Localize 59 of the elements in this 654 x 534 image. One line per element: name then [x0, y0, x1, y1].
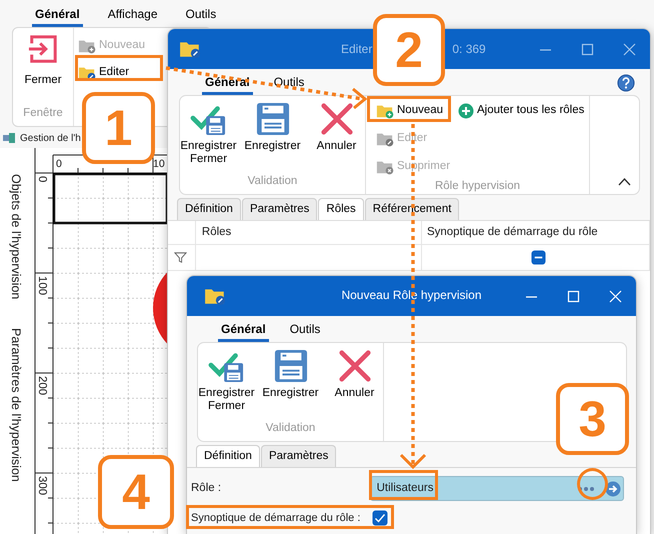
document-tab[interactable]: Rôles: [318, 198, 364, 220]
document-tab[interactable]: Référencement: [364, 198, 460, 220]
ruler-label: 0: [36, 176, 48, 182]
ribbon-tab[interactable]: Outils: [286, 317, 324, 342]
ribbon-item[interactable]: Nouveau: [372, 100, 454, 122]
document-tab[interactable]: Définition: [177, 198, 241, 220]
checkbox[interactable]: [372, 510, 388, 526]
frame-shape[interactable]: [52, 172, 167, 224]
ruler-label: 100: [36, 276, 48, 296]
document-tab[interactable]: Paramètres: [242, 198, 318, 220]
window-title: 0: 369: [452, 41, 486, 58]
save-button[interactable]: Enregistrer: [260, 343, 320, 413]
column-header[interactable]: Synoptique de démarrage du rôle: [422, 221, 650, 244]
ribbon-item[interactable]: Editer: [74, 59, 150, 86]
ribbon-tab[interactable]: Affichage: [104, 2, 161, 27]
cross-icon: [338, 349, 372, 383]
help-icon[interactable]: [617, 74, 635, 92]
step-badge: 3: [556, 383, 629, 455]
arrow-right-icon[interactable]: [605, 480, 621, 497]
ribbon-tab[interactable]: Outils: [182, 2, 220, 27]
document-tab[interactable]: Gestion de l'h: [20, 130, 81, 146]
ruler-label: 0: [56, 158, 62, 170]
close-window-button[interactable]: Fermer: [12, 28, 74, 90]
step-badge: 4: [98, 455, 174, 529]
cross-icon: [320, 102, 354, 136]
document-tab[interactable]: Définition: [196, 445, 260, 468]
ribbon-item[interactable]: Ajouter tous les rôles: [454, 100, 589, 122]
save-close-button[interactable]: Enregistrer Fermer: [178, 96, 238, 166]
column-header[interactable]: Rôles: [196, 221, 422, 244]
ruler-label: 300: [36, 476, 48, 496]
cancel-button[interactable]: Annuler: [324, 343, 384, 413]
close-icon[interactable]: [620, 42, 638, 56]
document-icon: [3, 132, 16, 144]
field-label: Synoptique de démarrage du rôle :: [191, 512, 360, 525]
group-label: Validation: [248, 174, 298, 189]
field-label: Rôle :: [191, 481, 222, 496]
close-icon[interactable]: [606, 288, 624, 304]
document-tab[interactable]: Paramètres: [260, 445, 336, 468]
group-label: Fenêtre: [23, 106, 63, 121]
chevron-up-icon[interactable]: [618, 177, 631, 186]
highlight-circle: [577, 468, 608, 500]
step-badge: 2: [373, 14, 445, 86]
save-button[interactable]: Enregistrer: [242, 96, 302, 166]
side-panel-label: Objets de l'hypervision: [9, 174, 23, 300]
ruler-label: 10: [153, 158, 165, 170]
role-field[interactable]: Utilisateurs: [370, 476, 624, 502]
cancel-button[interactable]: Annuler: [306, 96, 366, 166]
exit-icon: [28, 34, 58, 64]
group-label: Validation: [266, 420, 316, 436]
side-panel-label: Paramètres de l'hypervision: [9, 328, 23, 482]
save-close-button[interactable]: Enregistrer Fermer: [196, 343, 256, 413]
step-badge: 1: [82, 92, 155, 164]
ruler-label: 200: [36, 376, 48, 396]
group-label: Rôle hypervision: [434, 179, 521, 194]
filter-icon[interactable]: [174, 251, 187, 264]
highlight-frame: [369, 470, 438, 500]
plus-circle-icon: [458, 103, 474, 119]
window-title: Editer: [341, 41, 372, 58]
minus-checkbox-icon[interactable]: [530, 250, 546, 266]
